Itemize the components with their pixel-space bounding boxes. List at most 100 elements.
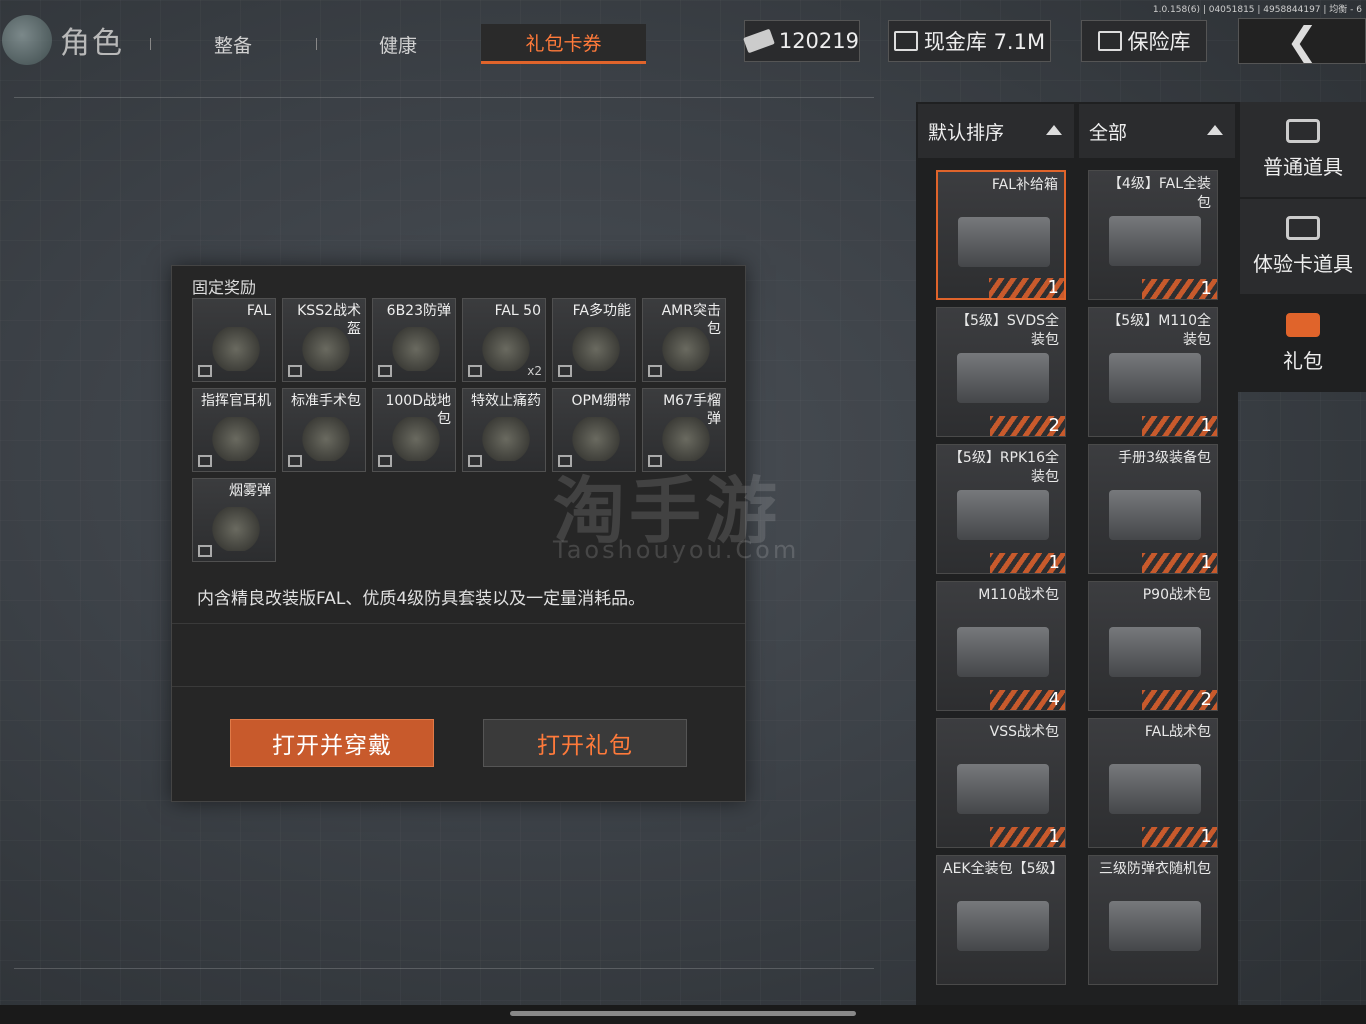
box-icon: [468, 455, 482, 467]
inventory-item-name: FAL战术包: [1144, 724, 1211, 740]
reward-item-name: 特效止痛药: [471, 393, 541, 409]
inventory-item[interactable]: FAL补给箱 1: [936, 170, 1066, 300]
inventory-item-name: 【4级】FAL全装包: [1107, 176, 1211, 211]
category-label: 礼包: [1283, 349, 1323, 373]
item-image: [1109, 901, 1201, 951]
inventory-item[interactable]: 三级防弹衣随机包: [1088, 855, 1218, 985]
open-and-wear-button[interactable]: 打开并穿戴: [230, 719, 434, 767]
item-image: [1109, 627, 1201, 677]
divider-line-bottom: [14, 968, 874, 969]
cash-vault-button[interactable]: 现金库 7.1M: [888, 20, 1051, 62]
category-gifts[interactable]: 礼包: [1240, 296, 1366, 391]
inventory-item-count: 2: [1200, 689, 1212, 710]
filter-label: 全部: [1089, 121, 1128, 144]
inventory-item-count: 1: [1200, 415, 1212, 436]
item-image: [957, 353, 1049, 403]
reward-item[interactable]: 特效止痛药: [462, 388, 546, 472]
filter-dropdown[interactable]: 全部: [1079, 104, 1235, 158]
reward-item-name: OPM绷带: [571, 393, 631, 409]
reward-item-name: 烟雾弹: [229, 483, 271, 499]
inventory-item[interactable]: 【5级】M110全装包 1: [1088, 307, 1218, 437]
safe-box-button[interactable]: 保险库: [1081, 20, 1207, 62]
category-label: 普通道具: [1263, 155, 1343, 179]
item-image: [957, 764, 1049, 814]
box-icon: [198, 545, 212, 557]
inventory-item-count: 1: [1048, 552, 1060, 573]
reward-item[interactable]: 烟雾弹: [192, 478, 276, 562]
item-image: [1109, 764, 1201, 814]
page-title: 角色: [60, 26, 124, 61]
inventory-item-name: AEK全装包【5级】: [943, 861, 1064, 877]
inventory-item[interactable]: 【5级】RPK16全装包 1: [936, 444, 1066, 574]
inventory-item[interactable]: P90战术包 2: [1088, 581, 1218, 711]
vault-icon: [893, 31, 918, 51]
reward-item[interactable]: AMR突击 包: [642, 298, 726, 382]
inventory-item-name: FAL补给箱: [991, 177, 1058, 193]
category-trial-cards[interactable]: 体验卡道具: [1240, 199, 1366, 294]
globe-icon: [2, 15, 52, 65]
reward-item[interactable]: 100D战地 包: [372, 388, 456, 472]
item-image: [211, 507, 261, 551]
reward-item[interactable]: 标准手术包: [282, 388, 366, 472]
open-gift-button[interactable]: 打开礼包: [483, 719, 687, 767]
reward-item[interactable]: FA多功能: [552, 298, 636, 382]
safe-box-label: 保险库: [1127, 30, 1191, 54]
inventory-item-name: P90战术包: [1142, 587, 1211, 603]
item-image: [391, 327, 441, 371]
inventory-item-count: 1: [1200, 826, 1212, 847]
divider-line-top: [14, 97, 874, 98]
inventory-item-name: 【5级】RPK16全装包: [948, 450, 1059, 485]
box-icon: [558, 365, 572, 377]
reward-item[interactable]: 6B23防弹: [372, 298, 456, 382]
sort-label: 默认排序: [928, 121, 1005, 144]
reward-item[interactable]: 指挥官耳机: [192, 388, 276, 472]
tab-equip[interactable]: 整备: [158, 24, 308, 64]
box-icon: [468, 365, 482, 377]
back-button[interactable]: ❮: [1238, 18, 1366, 64]
item-image: [1109, 490, 1201, 540]
inventory-item[interactable]: VSS战术包 1: [936, 718, 1066, 848]
item-image: [957, 490, 1049, 540]
reward-item[interactable]: FAL: [192, 298, 276, 382]
chevron-up-icon: [1046, 125, 1062, 135]
reward-item-name: 6B23防弹: [386, 303, 451, 319]
safe-icon: [1097, 31, 1122, 51]
box-icon: [198, 365, 212, 377]
sort-dropdown[interactable]: 默认排序: [918, 104, 1074, 158]
inventory-item-name: VSS战术包: [989, 724, 1059, 740]
box-icon: [288, 365, 302, 377]
tab-health[interactable]: 健康: [323, 24, 473, 64]
chest-icon: [1286, 119, 1320, 143]
dialog-description: 内含精良改装版FAL、优质4级防具套装以及一定量消耗品。: [197, 589, 646, 609]
tab-gift-coupons[interactable]: 礼包卡券: [481, 24, 646, 64]
inventory-item[interactable]: 【4级】FAL全装包 1: [1088, 170, 1218, 300]
inventory-item-name: 手册3级装备包: [1118, 450, 1211, 466]
card-icon: [1286, 216, 1320, 240]
inventory-item[interactable]: FAL战术包 1: [1088, 718, 1218, 848]
dialog-divider: [172, 686, 745, 687]
inventory-item[interactable]: AEK全装包【5级】: [936, 855, 1066, 985]
inventory-item-count: 4: [1048, 689, 1060, 710]
currency-display[interactable]: 120219: [743, 20, 860, 62]
item-image: [958, 217, 1050, 267]
inventory-item-count: 2: [1048, 415, 1060, 436]
category-normal-items[interactable]: 普通道具: [1240, 102, 1366, 197]
inventory-item-count: 1: [1200, 278, 1212, 299]
item-image: [211, 327, 261, 371]
inventory-item[interactable]: 【5级】SVDS全装包 2: [936, 307, 1066, 437]
item-image: [957, 627, 1049, 677]
item-image: [211, 417, 261, 461]
reward-item[interactable]: FAL 50 x2: [462, 298, 546, 382]
inventory-item[interactable]: M110战术包 4: [936, 581, 1066, 711]
box-icon: [648, 365, 662, 377]
item-image: [481, 417, 531, 461]
reward-item[interactable]: KSS2战术 盔: [282, 298, 366, 382]
tab-separator: [150, 38, 151, 50]
inventory-item-name: 【5级】M110全装包: [1107, 313, 1211, 348]
inventory-item-count: 1: [1047, 277, 1059, 298]
home-indicator: [510, 1011, 856, 1016]
inventory-item[interactable]: 手册3级装备包 1: [1088, 444, 1218, 574]
reward-item-name: M67手榴 弹: [663, 393, 721, 427]
item-image: [301, 417, 351, 461]
header-logo: 角色: [0, 10, 124, 70]
